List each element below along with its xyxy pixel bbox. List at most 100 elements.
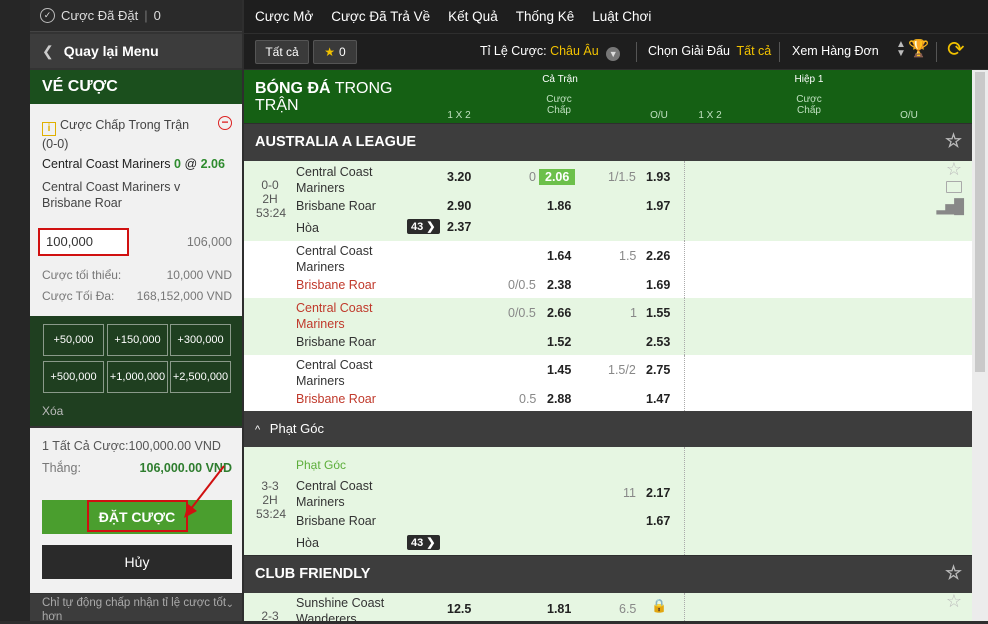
under-odds[interactable]: 1.47 xyxy=(646,392,670,406)
odds-away[interactable]: 2.90 xyxy=(447,199,471,213)
draw-label: Hòa xyxy=(296,221,319,235)
favorites-button[interactable]: ★ 0 xyxy=(313,40,357,64)
auto-accept-option[interactable]: Chỉ tự động chấp nhận tỉ lệ cược tốt hơn… xyxy=(30,594,242,623)
home-team[interactable]: Central Coast Mariners xyxy=(296,357,372,389)
handicap-home-odds[interactable]: 2.66 xyxy=(547,306,571,320)
quick-stake-button[interactable]: +2,500,000 xyxy=(170,361,231,393)
under-odds[interactable]: 1.69 xyxy=(646,278,670,292)
over-odds[interactable]: 1.55 xyxy=(646,306,670,320)
alt-line-row: Central Coast Mariners Brisbane Roar 1.64… xyxy=(244,241,972,298)
nav-results[interactable]: Kết Quả xyxy=(448,9,498,24)
scrollbar[interactable] xyxy=(972,70,988,621)
quick-stake-button[interactable]: +500,000 xyxy=(43,361,104,393)
scrollbar-thumb[interactable] xyxy=(975,72,985,372)
bets-placed-header[interactable]: ✓ Cược Đã Đặt | 0 xyxy=(30,0,242,32)
away-team[interactable]: Brisbane Roar xyxy=(296,335,376,349)
over-odds[interactable]: 1.93 xyxy=(646,170,670,184)
single-view-toggle[interactable]: Xem Hàng Đơn xyxy=(792,44,879,58)
more-markets-button[interactable]: 43 ❯ xyxy=(407,219,440,234)
favorite-star-icon[interactable]: ☆ xyxy=(946,159,962,180)
odds-type-label: Tỉ Lệ Cược: xyxy=(480,44,547,58)
stats-icon[interactable]: ▂▅█ xyxy=(937,198,964,215)
home-team-line: Central Coast xyxy=(296,301,373,315)
under-odds[interactable]: 1.97 xyxy=(646,199,670,213)
over-odds[interactable]: 2.75 xyxy=(646,363,670,377)
nav-settled-bets[interactable]: Cược Đã Trả Về xyxy=(331,9,430,24)
handicap-home-odds[interactable]: 1.81 xyxy=(547,602,571,616)
odds-type-selector[interactable]: Tỉ Lệ Cược: Châu Âu ▼ xyxy=(480,44,621,61)
away-team[interactable]: Brisbane Roar xyxy=(296,392,376,406)
handicap-home-odds[interactable]: 1.45 xyxy=(547,363,571,377)
divider xyxy=(936,42,937,62)
under-odds[interactable]: 1.67 xyxy=(646,514,670,528)
bet-score: (0-0) xyxy=(42,137,69,151)
quick-stake-panel: +50,000 +150,000 +300,000 +500,000 +1,00… xyxy=(30,316,242,426)
title-bold: BÓNG ĐÁ xyxy=(255,80,331,97)
column-divider xyxy=(684,355,685,411)
away-team[interactable]: Brisbane Roar xyxy=(296,278,376,292)
under-odds[interactable]: 2.53 xyxy=(646,335,670,349)
odds-draw[interactable]: 2.37 xyxy=(447,220,471,234)
corner-section-header[interactable]: ^ Phạt Góc xyxy=(244,411,972,447)
odds-type-value: Châu Âu xyxy=(550,44,599,58)
more-markets-button[interactable]: 43 ❯ xyxy=(407,535,440,550)
over-odds[interactable]: 2.26 xyxy=(646,249,670,263)
handicap-away-odds[interactable]: 1.52 xyxy=(547,335,571,349)
home-team[interactable]: Central Coast Mariners xyxy=(296,243,372,275)
handicap-away-odds[interactable]: 1.86 xyxy=(547,199,571,213)
home-team[interactable]: Central Coast Mariners xyxy=(296,478,372,510)
odds-home[interactable]: 3.20 xyxy=(447,170,471,184)
away-team[interactable]: Brisbane Roar xyxy=(296,199,376,213)
refresh-icon[interactable]: ⟳ xyxy=(947,37,965,62)
quick-stake-button[interactable]: +1,000,000 xyxy=(107,361,168,393)
clear-link[interactable]: Xóa xyxy=(42,404,63,418)
separator: | xyxy=(144,8,148,23)
column-divider xyxy=(684,593,685,621)
left-edge-strip xyxy=(0,0,30,621)
quick-stake-button[interactable]: +50,000 xyxy=(43,324,104,356)
cancel-button[interactable]: Hủy xyxy=(42,545,232,579)
col-1x2: 1 X 2 xyxy=(447,110,471,121)
odds-home[interactable]: 12.5 xyxy=(447,602,471,616)
nav-rules[interactable]: Luật Chơi xyxy=(592,9,651,24)
sort-icon[interactable]: ▲ ▼ xyxy=(896,40,906,59)
remove-bet-icon[interactable]: − xyxy=(218,116,232,130)
bet-slip-title: VÉ CƯỢC xyxy=(30,70,242,104)
league-selector[interactable]: Chọn Giải Đấu Tất cả xyxy=(648,44,771,58)
more-markets-count: 43 xyxy=(411,221,424,233)
market-header: BÓNG ĐÁ TRONG TRẬN Cả Trận Hiệp 1 1 X 2 … xyxy=(244,70,972,123)
stake-input[interactable]: 100,000 xyxy=(38,228,129,256)
ou-line: 11 xyxy=(623,486,636,500)
handicap-line: 0/0.5 xyxy=(508,306,536,320)
divider xyxy=(636,42,637,62)
bets-placed-count: 0 xyxy=(153,8,161,23)
home-team[interactable]: Central Coast Mariners xyxy=(296,164,372,196)
win-label: Thắng: xyxy=(42,461,81,475)
payout-value: 106,000 xyxy=(186,235,232,249)
favorite-star-icon[interactable]: ☆ xyxy=(946,593,962,612)
bet-type: i Cược Chấp Trong Trận (0-0) xyxy=(42,117,202,153)
league-header[interactable]: CLUB FRIENDLY ☆ xyxy=(244,556,972,593)
nav-open-bets[interactable]: Cược Mở xyxy=(255,9,313,24)
corner-tag: Phạt Góc xyxy=(296,458,347,472)
away-team[interactable]: Brisbane Roar xyxy=(296,514,376,528)
home-team[interactable]: Central Coast Mariners xyxy=(296,300,372,332)
handicap-home-odds-selected[interactable]: 2.06 xyxy=(539,169,576,185)
nav-statistics[interactable]: Thống Kê xyxy=(516,9,575,24)
favorite-star-icon[interactable]: ☆ xyxy=(945,130,962,153)
match-name: Central Coast Mariners v Brisbane Roar xyxy=(42,179,180,211)
quick-stake-button[interactable]: +150,000 xyxy=(107,324,168,356)
handicap-home-odds[interactable]: 1.64 xyxy=(547,249,571,263)
home-team[interactable]: Sunshine Coast Wanderers xyxy=(296,595,384,621)
handicap-away-odds[interactable]: 2.88 xyxy=(547,392,571,406)
over-odds[interactable]: 2.17 xyxy=(646,486,670,500)
info-icon: i xyxy=(42,122,56,136)
league-header[interactable]: AUSTRALIA A LEAGUE ☆ xyxy=(244,124,972,161)
quick-stake-button[interactable]: +300,000 xyxy=(170,324,231,356)
favorite-star-icon[interactable]: ☆ xyxy=(945,562,962,585)
tv-icon[interactable] xyxy=(946,181,962,193)
handicap-away-odds[interactable]: 2.38 xyxy=(547,278,571,292)
back-to-menu-button[interactable]: ❮ Quay lại Menu xyxy=(30,34,242,68)
trophy-icon[interactable]: 🏆 xyxy=(908,39,929,59)
all-sports-button[interactable]: Tất cả xyxy=(255,40,309,64)
